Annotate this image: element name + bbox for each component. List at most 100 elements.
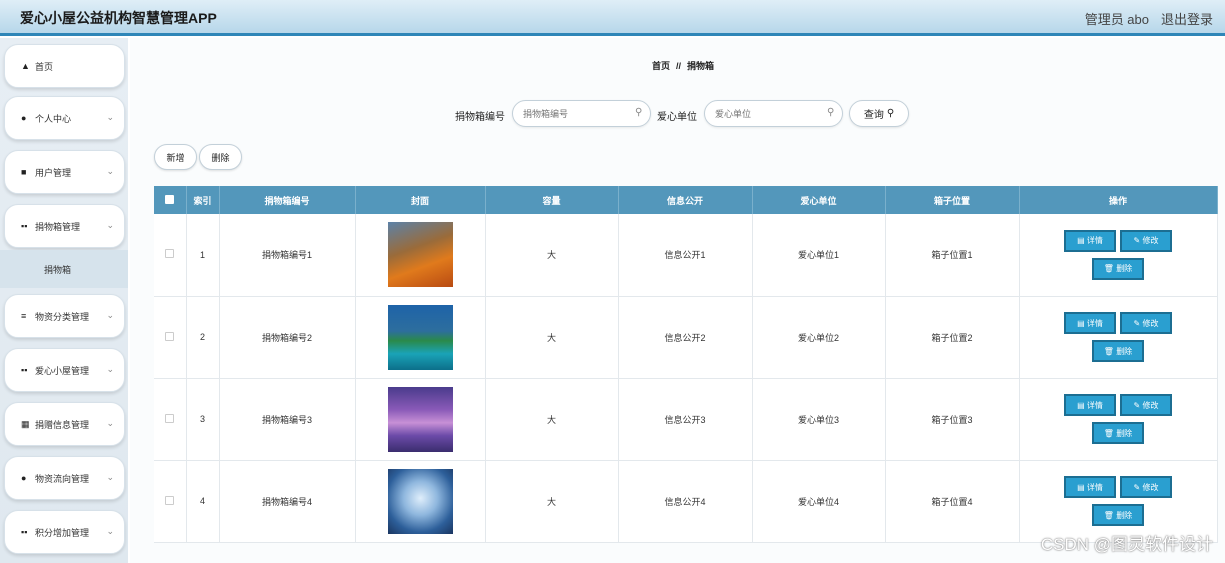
header-index: 索引 [186,186,220,214]
grid-icon: ▪▪ [21,527,28,537]
top-bar: 爱心小屋公益机构智慧管理APP 管理员 abo 退出登录 [0,0,1225,36]
checkbox[interactable] [165,249,175,259]
sidebar-item-donation-box-management[interactable]: ▪▪ 捐物箱管理 ⌄ [4,204,125,248]
detail-label: 详情 [1086,482,1103,492]
header-operations: 操作 [1019,186,1218,214]
cover-image[interactable] [387,222,453,288]
grid-icon: ▪▪ [21,365,28,375]
delete-button[interactable]: 🗑 删除 [1092,422,1144,444]
detail-button[interactable]: ▤ 详情 [1064,394,1116,416]
sidebar-item-personal-center[interactable]: ● 个人中心 ⌄ [4,96,125,140]
delete-button[interactable]: 🗑 删除 [1092,504,1144,526]
delete-label: 删除 [1116,510,1133,520]
delete-button[interactable]: 🗑 删除 [1092,257,1144,280]
cell-code: 捐物箱编号4 [219,460,356,543]
cell-cover [355,460,486,543]
edit-button[interactable]: ✎ 修改 [1120,312,1172,334]
sidebar: ▲ 首页 ● 个人中心 ⌄ ■ 用户管理 ⌄ ▪▪ 捐物箱管理 ⌄ 捐物箱 ≡ … [0,38,128,563]
chevron-down-icon: ⌄ [106,112,114,122]
sidebar-item-home[interactable]: ▲ 首页 [4,44,125,88]
edit-label: 修改 [1142,400,1159,410]
row-checkbox-cell[interactable] [154,460,187,543]
row-checkbox-cell[interactable] [154,378,187,461]
delete-label: 删除 [1116,346,1133,356]
cell-code: 捐物箱编号2 [219,296,356,379]
search-input-code[interactable] [512,100,651,127]
sidebar-item-label: 积分增加管理 [35,527,90,538]
cover-image[interactable] [387,386,453,452]
header-cover: 封面 [355,186,486,214]
sidebar-item-label: 个人中心 [35,113,72,124]
edit-button[interactable]: ✎ 修改 [1120,394,1172,416]
sidebar-item-house-management[interactable]: ▪▪ 爱心小屋管理 ⌄ [4,348,125,392]
header-code: 捐物箱编号 [219,186,356,214]
edit-icon: ✎ [1133,236,1143,246]
sidebar-item-label: 物资流向管理 [35,473,90,484]
edit-icon: ✎ [1133,318,1143,328]
checkbox[interactable] [165,413,175,423]
chevron-down-icon: ⌄ [106,472,114,482]
sidebar-item-points-management[interactable]: ▪▪ 积分增加管理 ⌄ [4,510,125,554]
detail-label: 详情 [1086,318,1103,328]
edit-label: 修改 [1142,318,1159,328]
cell-cover [355,214,486,297]
detail-button[interactable]: ▤ 详情 [1064,312,1116,334]
checkbox[interactable] [165,331,175,341]
detail-icon: ▤ [1077,400,1087,410]
home-icon: ▲ [21,61,30,71]
sidebar-item-category-management[interactable]: ≡ 物资分类管理 ⌄ [4,294,125,338]
query-button[interactable]: 查询 ⚲ [849,100,909,127]
batch-delete-button[interactable]: 删除 [199,144,242,170]
detail-icon: ▤ [1077,236,1087,246]
edit-button[interactable]: ✎ 修改 [1120,476,1172,498]
search-icon: ⚲ [635,107,643,118]
sidebar-item-donation-info-management[interactable]: ▦ 捐赠信息管理 ⌄ [4,402,125,446]
logout-link[interactable]: 退出登录 [1161,9,1213,28]
header-unit: 爱心单位 [752,186,886,214]
cover-image[interactable] [387,304,453,370]
header-info: 信息公开 [618,186,753,214]
add-button[interactable]: 新增 [154,144,197,170]
header-select-all[interactable] [154,186,187,214]
table-row: 1 捐物箱编号1 大 信息公开1 爱心单位1 箱子位置1 ▤ 详情 ✎ 修改 🗑 … [154,214,1218,297]
search-input-unit[interactable] [704,100,843,127]
delete-button[interactable]: 🗑 删除 [1092,340,1144,362]
edit-button[interactable]: ✎ 修改 [1120,229,1172,252]
sidebar-item-flow-management[interactable]: ● 物资流向管理 ⌄ [4,456,125,500]
cell-cover [355,296,486,379]
header-capacity: 容量 [485,186,619,214]
cell-index: 4 [186,460,220,543]
sidebar-item-user-management[interactable]: ■ 用户管理 ⌄ [4,150,125,194]
sidebar-item-label: 首页 [35,61,54,72]
cover-image[interactable] [387,468,453,534]
location-icon: ● [21,473,27,483]
row-checkbox-cell[interactable] [154,214,187,297]
delete-label: 删除 [1116,428,1133,438]
row-checkbox-cell[interactable] [154,296,187,379]
detail-label: 详情 [1086,236,1103,246]
detail-button[interactable]: ▤ 详情 [1064,229,1116,252]
table-row: 2 捐物箱编号2 大 信息公开2 爱心单位2 箱子位置2 ▤ 详情 ✎ 修改 🗑 … [154,296,1218,379]
current-user: 管理员 abo [1084,12,1149,27]
breadcrumb: 首页 // 捐物箱 [652,59,714,72]
search-label-code: 捐物箱编号 [455,112,505,123]
search-label-unit: 爱心单位 [657,112,697,123]
breadcrumb-home[interactable]: 首页 [652,61,670,71]
checkbox[interactable] [165,194,175,204]
detail-button[interactable]: ▤ 详情 [1064,476,1116,498]
trash-icon: 🗑 [1103,510,1117,520]
user-card-icon: ■ [21,167,27,177]
cell-code: 捐物箱编号3 [219,378,356,461]
checkbox[interactable] [165,495,175,505]
edit-label: 修改 [1142,482,1159,492]
cell-index: 3 [186,378,220,461]
cell-code: 捐物箱编号1 [219,214,356,297]
sidebar-item-label: 捐物箱管理 [35,221,81,232]
detail-label: 详情 [1086,400,1103,410]
cell-location: 箱子位置1 [885,214,1020,297]
detail-icon: ▤ [1077,482,1087,492]
cell-index: 1 [186,214,220,297]
cell-cover [355,378,486,461]
chevron-down-icon: ⌄ [106,220,114,230]
sidebar-subitem-donation-box[interactable]: 捐物箱 [0,250,128,288]
